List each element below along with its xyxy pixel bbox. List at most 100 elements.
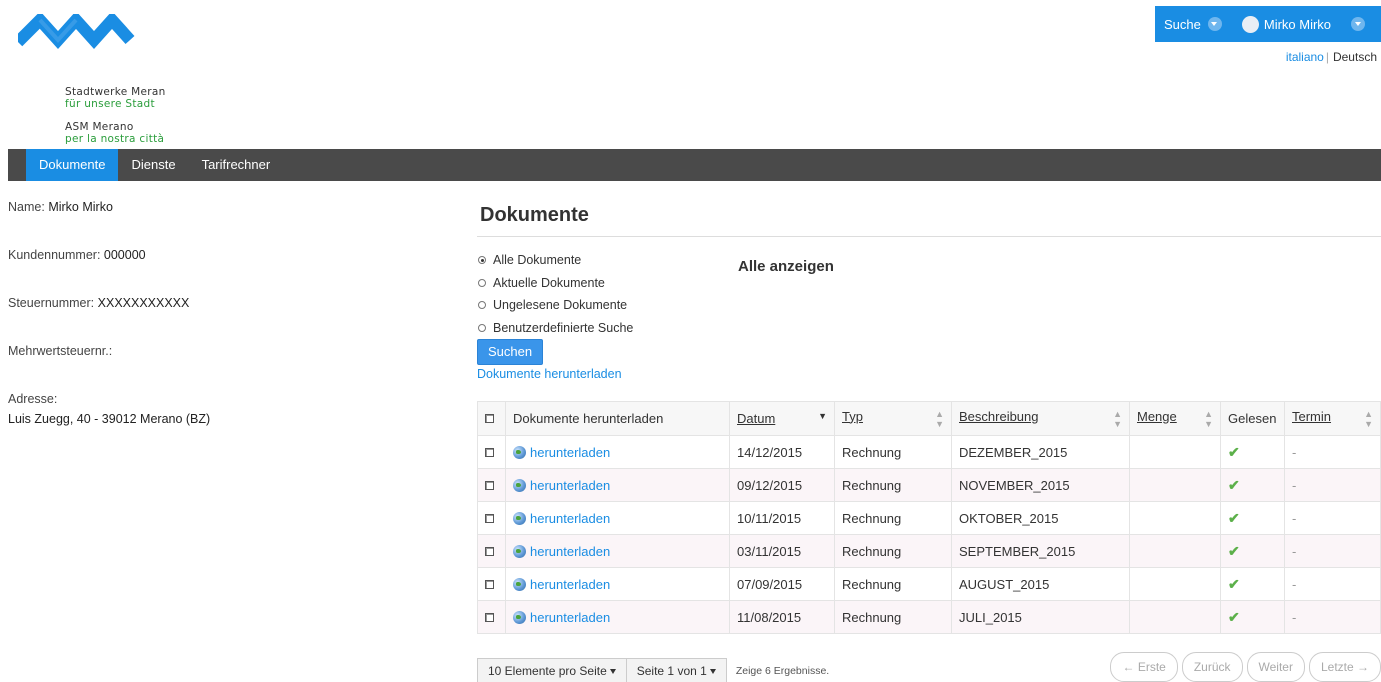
download-link[interactable]: herunterladen: [530, 544, 610, 559]
filter-option-unread[interactable]: Ungelesene Dokumente: [478, 294, 633, 317]
user-name: Mirko Mirko: [1263, 16, 1332, 32]
col-due-label[interactable]: Termin: [1292, 409, 1331, 424]
table-row: herunterladen 11/08/2015 Rechnung JULI_2015…: [477, 600, 1381, 634]
title-divider: [477, 236, 1381, 237]
read-cell: ✔: [1220, 534, 1285, 568]
quantity-cell: [1129, 567, 1221, 601]
col-date[interactable]: Datum ▼: [729, 401, 835, 436]
search-button[interactable]: Suchen: [477, 339, 543, 365]
customer-name: Name: Mirko Mirko: [8, 200, 113, 214]
col-due[interactable]: Termin ▲ ▼: [1284, 401, 1381, 436]
page-navigation: ← Erste Zurück Weiter Letzte →: [1110, 652, 1381, 682]
brand-line-2: für unsere Stadt: [65, 98, 155, 110]
last-page-button[interactable]: Letzte →: [1308, 652, 1381, 682]
filter-heading: Alle anzeigen: [738, 258, 834, 275]
col-date-label[interactable]: Datum: [737, 411, 775, 426]
nav-dienste[interactable]: Dienste: [118, 149, 188, 181]
address-value: Luis Zuegg, 40 - 39012 Merano (BZ): [8, 412, 211, 426]
col-type-label[interactable]: Typ: [842, 409, 863, 424]
quantity-cell: [1129, 468, 1221, 502]
download-cell: herunterladen: [505, 435, 730, 469]
user-menu-chevron-down-icon[interactable]: [1351, 17, 1366, 31]
col-description[interactable]: Beschreibung ▲ ▼: [951, 401, 1130, 436]
search-menu-label: Suche: [1164, 16, 1201, 32]
row-checkbox[interactable]: [485, 480, 494, 490]
due-value: -: [1292, 477, 1297, 493]
sort-icon: ▲ ▼: [1204, 408, 1213, 429]
col-type[interactable]: Typ ▲ ▼: [834, 401, 952, 436]
first-page-button[interactable]: ← Erste: [1110, 652, 1178, 682]
checkmark-icon: ✔: [1228, 575, 1240, 592]
download-link[interactable]: herunterladen: [530, 577, 610, 592]
vat-number: Mehrwertsteuernr.:: [8, 344, 112, 358]
download-cell: herunterladen: [505, 501, 730, 535]
radio-icon[interactable]: [478, 323, 486, 332]
date-cell: 10/11/2015: [729, 501, 835, 535]
read-cell: ✔: [1220, 600, 1285, 634]
radio-selected-icon[interactable]: [478, 256, 486, 265]
address: Adresse: Luis Zuegg, 40 - 39012 Merano (…: [8, 392, 210, 426]
date-cell: 11/08/2015: [729, 600, 835, 634]
table-row: herunterladen 09/12/2015 Rechnung NOVEMBER_…: [477, 468, 1381, 502]
per-page-label: 10 Elemente pro Seite: [488, 664, 607, 678]
filter-option-custom[interactable]: Benutzerdefinierte Suche: [478, 317, 633, 340]
row-checkbox[interactable]: [485, 546, 494, 556]
quantity-cell: [1129, 501, 1221, 535]
col-description-label[interactable]: Beschreibung: [959, 409, 1039, 424]
nav-dokumente[interactable]: Dokumente: [26, 149, 119, 181]
filter-label: Ungelesene Dokumente: [493, 298, 628, 313]
sort-icon: ▲ ▼: [1364, 408, 1373, 429]
due-value: -: [1292, 576, 1297, 592]
radio-icon[interactable]: [478, 278, 486, 287]
description-cell: JULI_2015: [951, 600, 1130, 634]
nav-tarifrechner[interactable]: Tarifrechner: [189, 149, 284, 181]
vat-number-label: Mehrwertsteuernr.:: [8, 344, 113, 358]
col-quantity[interactable]: Menge ▲ ▼: [1129, 401, 1221, 436]
company-logo[interactable]: Stadtwerke Meran für unsere Stadt ASM Me…: [18, 14, 178, 145]
sort-desc-icon: ▼: [818, 411, 827, 421]
lang-italian-link[interactable]: italiano: [1286, 50, 1324, 64]
download-link[interactable]: herunterladen: [530, 610, 610, 625]
page-select[interactable]: Seite 1 von 1: [626, 658, 727, 682]
row-select-cell: [477, 435, 506, 469]
row-checkbox[interactable]: [485, 447, 494, 457]
tax-number: Steuernummer: XXXXXXXXXXX: [8, 296, 189, 310]
download-cell: herunterladen: [505, 468, 730, 502]
quantity-cell: [1129, 435, 1221, 469]
download-link[interactable]: herunterladen: [530, 478, 610, 493]
type-cell: Rechnung: [834, 567, 952, 601]
download-cell: herunterladen: [505, 534, 730, 568]
search-menu-button[interactable]: Suche: [1164, 17, 1222, 32]
row-checkbox[interactable]: [485, 513, 494, 523]
row-checkbox[interactable]: [485, 612, 494, 622]
filter-option-all[interactable]: Alle Dokumente: [478, 249, 633, 272]
select-all-cell: [477, 401, 506, 436]
download-documents-link[interactable]: Dokumente herunterladen: [477, 367, 622, 381]
description-cell: NOVEMBER_2015: [951, 468, 1130, 502]
download-link[interactable]: herunterladen: [530, 445, 610, 460]
due-value: -: [1292, 444, 1297, 460]
col-read-label: Gelesen: [1228, 411, 1277, 426]
filter-label: Benutzerdefinierte Suche: [493, 320, 634, 335]
due-cell: -: [1284, 600, 1381, 634]
per-page-select[interactable]: 10 Elemente pro Seite: [477, 658, 627, 682]
radio-icon[interactable]: [478, 301, 486, 310]
col-quantity-label[interactable]: Menge: [1137, 409, 1177, 424]
select-all-checkbox[interactable]: [485, 414, 494, 423]
prev-page-button[interactable]: Zurück: [1181, 652, 1243, 682]
page-title: Dokumente: [480, 204, 589, 226]
download-link[interactable]: herunterladen: [530, 511, 610, 526]
avatar: [1241, 15, 1259, 33]
checkmark-icon: ✔: [1228, 608, 1240, 625]
chevron-down-icon: [709, 669, 716, 674]
due-cell: -: [1284, 435, 1381, 469]
checkmark-icon: ✔: [1228, 476, 1240, 493]
next-page-button[interactable]: Weiter: [1246, 652, 1305, 682]
sort-icon: ▲ ▼: [935, 408, 944, 429]
user-menu-button[interactable]: Mirko Mirko: [1241, 15, 1332, 33]
lang-german-link[interactable]: Deutsch: [1333, 50, 1377, 64]
filter-option-current[interactable]: Aktuelle Dokumente: [478, 272, 633, 295]
row-checkbox[interactable]: [485, 579, 494, 589]
logo-mark-icon: [18, 14, 135, 49]
address-label: Adresse:: [8, 392, 58, 406]
